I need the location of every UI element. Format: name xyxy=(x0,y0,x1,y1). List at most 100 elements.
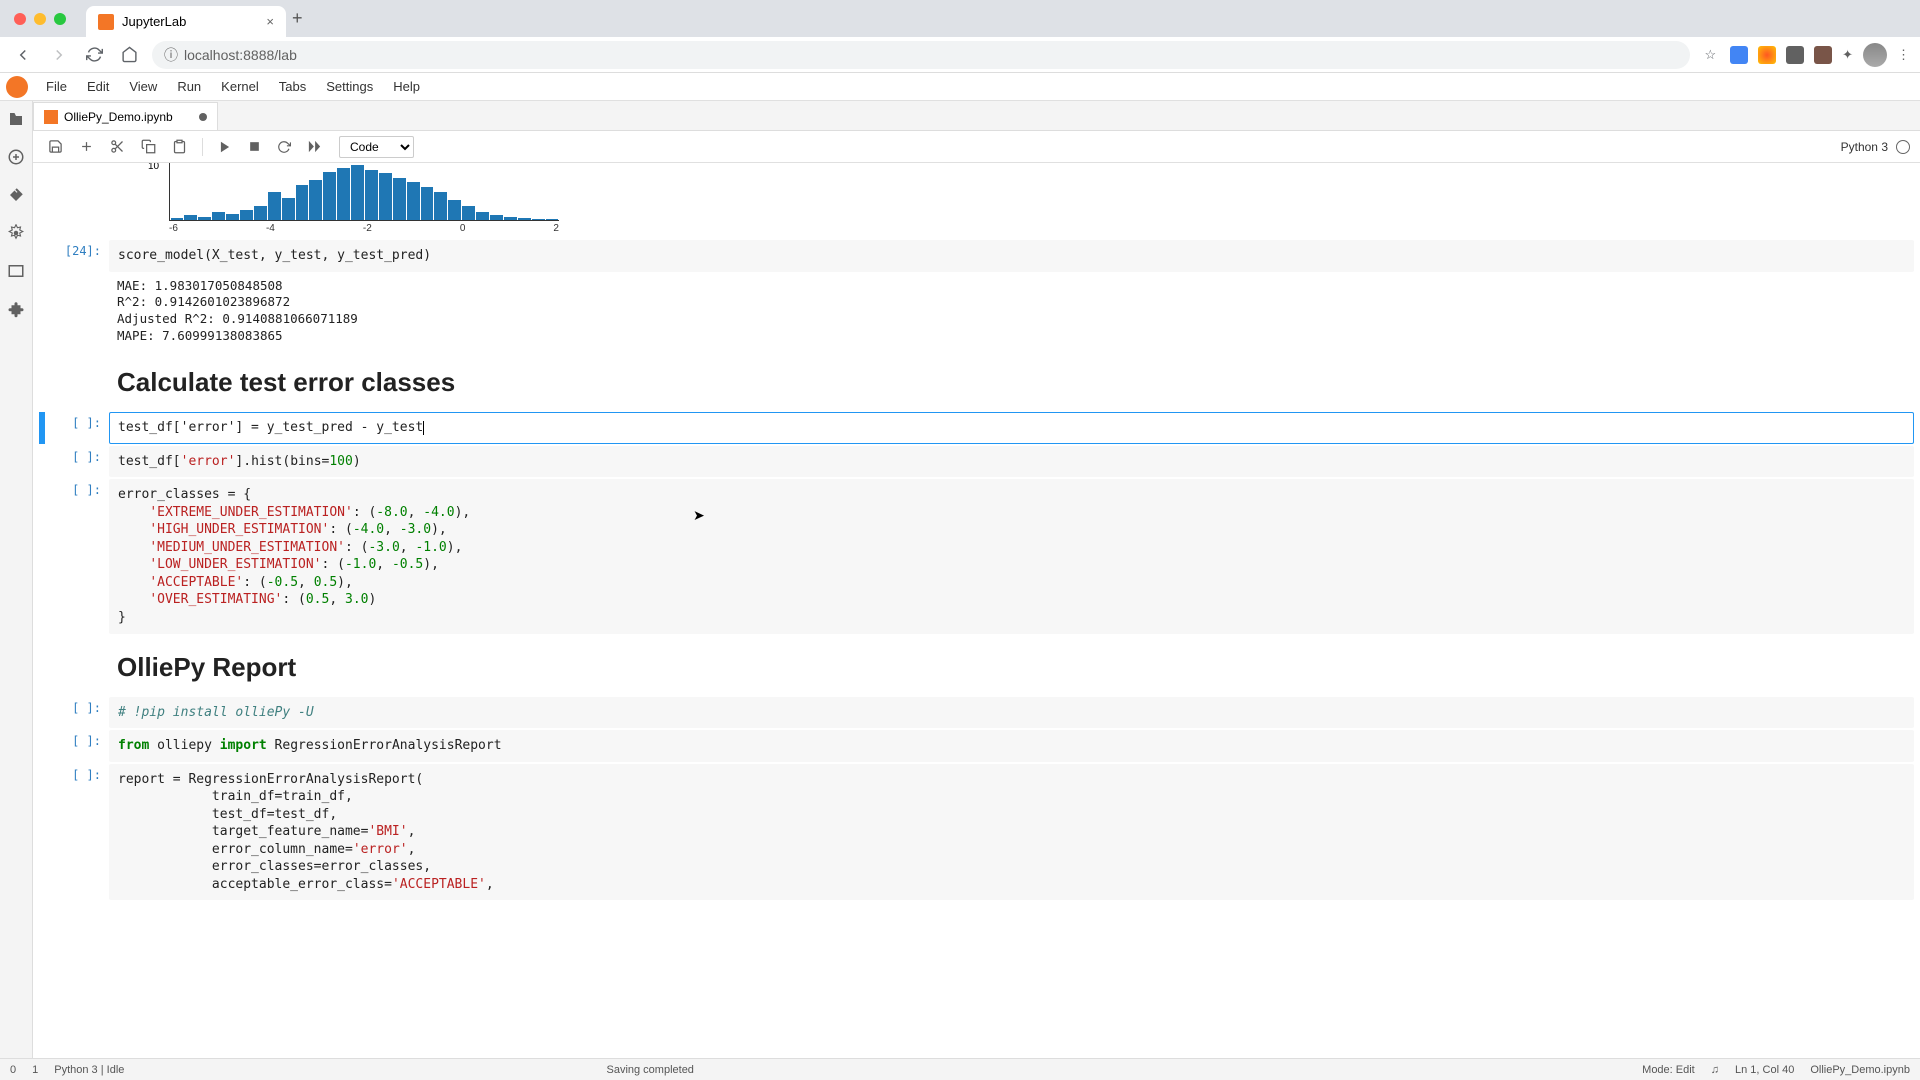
settings-gear-icon[interactable] xyxy=(6,223,26,243)
restart-button[interactable] xyxy=(272,138,296,156)
code-input[interactable]: report = RegressionErrorAnalysisReport( … xyxy=(109,764,1914,901)
status-filename: OlliePy_Demo.ipynb xyxy=(1810,1064,1910,1076)
menu-file[interactable]: File xyxy=(36,75,77,98)
code-cell[interactable]: [ ]: test_df['error'].hist(bins=100) xyxy=(39,446,1914,478)
git-icon[interactable] xyxy=(6,185,26,205)
browser-tab-strip: JupyterLab × + xyxy=(0,0,1920,37)
menu-run[interactable]: Run xyxy=(167,75,211,98)
code-input[interactable]: score_model(X_test, y_test, y_test_pred) xyxy=(109,240,1914,272)
site-info-icon[interactable]: ⓘ xyxy=(164,45,178,65)
status-cursor-position: Ln 1, Col 40 xyxy=(1735,1064,1794,1076)
code-input[interactable]: # !pip install olliePy -U xyxy=(109,697,1914,729)
code-cell[interactable]: [ ]: # !pip install olliePy -U xyxy=(39,697,1914,729)
cell-prompt: [ ]: xyxy=(45,412,109,444)
notebook-tab[interactable]: OlliePy_Demo.ipynb xyxy=(33,102,218,130)
file-tab-bar: OlliePy_Demo.ipynb xyxy=(33,101,1920,131)
extension-icon[interactable] xyxy=(1730,46,1748,64)
cell-prompt: [ ]: xyxy=(45,764,109,901)
status-count-0: 0 xyxy=(10,1064,16,1076)
menu-edit[interactable]: Edit xyxy=(77,75,119,98)
address-bar: ⓘ localhost:8888/lab ☆ ✦ ⋮ xyxy=(0,37,1920,73)
code-cell[interactable]: [ ]: from olliepy import RegressionError… xyxy=(39,730,1914,762)
menu-help[interactable]: Help xyxy=(383,75,430,98)
save-button[interactable] xyxy=(43,137,68,156)
running-terminals-icon[interactable] xyxy=(6,147,26,167)
jupyter-logo-icon[interactable] xyxy=(6,76,28,98)
status-count-1: 1 xyxy=(32,1064,38,1076)
menu-settings[interactable]: Settings xyxy=(316,75,383,98)
window-controls xyxy=(14,13,66,25)
cell-output: MAE: 1.983017050848508 R^2: 0.9142601023… xyxy=(39,274,1914,350)
chrome-menu-icon[interactable]: ⋮ xyxy=(1897,47,1910,63)
cell-prompt: [ ]: xyxy=(45,697,109,729)
heading: Calculate test error classes xyxy=(117,367,1906,398)
extension-icon[interactable] xyxy=(1814,46,1832,64)
notebook-file-icon xyxy=(44,110,58,124)
code-cell[interactable]: [24]: score_model(X_test, y_test, y_test… xyxy=(39,240,1914,272)
profile-avatar[interactable] xyxy=(1863,43,1887,67)
run-button[interactable] xyxy=(213,138,237,156)
heading: OlliePy Report xyxy=(117,652,1906,683)
notebook-toolbar: Code Python 3 xyxy=(33,131,1920,163)
tabs-icon[interactable] xyxy=(6,261,26,281)
add-cell-button[interactable] xyxy=(74,137,99,156)
markdown-cell[interactable]: OlliePy Report xyxy=(39,636,1914,695)
menu-kernel[interactable]: Kernel xyxy=(211,75,269,98)
menu-view[interactable]: View xyxy=(119,75,167,98)
new-tab-button[interactable]: + xyxy=(292,8,303,29)
histogram-xticks: -6-4-202 xyxy=(169,221,559,236)
extension-icon[interactable] xyxy=(1758,46,1776,64)
home-button[interactable] xyxy=(117,42,142,67)
code-input[interactable]: test_df['error'] = y_test_pred - y_test xyxy=(109,412,1914,444)
reload-button[interactable] xyxy=(82,42,107,67)
extension-icons: ✦ ⋮ xyxy=(1730,43,1910,67)
code-cell-selected[interactable]: [ ]: test_df['error'] = y_test_pred - y_… xyxy=(39,412,1914,444)
status-kernel[interactable]: Python 3 | Idle xyxy=(54,1064,124,1076)
code-input[interactable]: error_classes = { 'EXTREME_UNDER_ESTIMAT… xyxy=(109,479,1914,633)
markdown-cell[interactable]: Calculate test error classes xyxy=(39,351,1914,410)
cut-button[interactable] xyxy=(105,137,130,156)
run-all-button[interactable] xyxy=(302,137,327,156)
bookmark-star-icon[interactable]: ☆ xyxy=(1700,43,1720,67)
url-text: localhost:8888/lab xyxy=(184,47,297,63)
url-input[interactable]: ⓘ localhost:8888/lab xyxy=(152,41,1690,69)
browser-tab[interactable]: JupyterLab × xyxy=(86,6,286,38)
back-button[interactable] xyxy=(10,42,36,68)
status-bar: 0 1 Python 3 | Idle Saving completed Mod… xyxy=(0,1058,1920,1080)
close-tab-icon[interactable]: × xyxy=(266,14,274,29)
maximize-window-button[interactable] xyxy=(54,13,66,25)
close-window-button[interactable] xyxy=(14,13,26,25)
menu-items: FileEditViewRunKernelTabsSettingsHelp xyxy=(36,79,430,94)
code-input[interactable]: test_df['error'].hist(bins=100) xyxy=(109,446,1914,478)
notebook-filename: OlliePy_Demo.ipynb xyxy=(64,110,173,124)
menu-tabs[interactable]: Tabs xyxy=(269,75,316,98)
status-mode: Mode: Edit xyxy=(1642,1064,1695,1076)
extensions-puzzle-icon[interactable]: ✦ xyxy=(1842,47,1853,63)
extensions-puzzle-icon[interactable] xyxy=(6,299,26,319)
kernel-name[interactable]: Python 3 xyxy=(1841,140,1888,154)
code-input[interactable]: from olliepy import RegressionErrorAnaly… xyxy=(109,730,1914,762)
cell-type-select[interactable]: Code xyxy=(339,136,414,158)
output-text: MAE: 1.983017050848508 R^2: 0.9142601023… xyxy=(109,274,1914,350)
jupyter-favicon xyxy=(98,14,114,30)
cell-prompt: [24]: xyxy=(45,240,109,272)
file-browser-icon[interactable] xyxy=(6,109,26,129)
extension-icon[interactable] xyxy=(1786,46,1804,64)
code-cell[interactable]: [ ]: report = RegressionErrorAnalysisRep… xyxy=(39,764,1914,901)
left-sidebar xyxy=(0,101,33,1058)
paste-button[interactable] xyxy=(167,137,192,156)
unsaved-indicator-icon xyxy=(199,113,207,121)
copy-button[interactable] xyxy=(136,137,161,156)
histogram-ytick: 10 xyxy=(148,163,159,172)
stop-button[interactable] xyxy=(243,138,266,155)
histogram-plot: 10 xyxy=(169,163,559,221)
cell-prompt: [ ]: xyxy=(45,446,109,478)
menubar: FileEditViewRunKernelTabsSettingsHelp xyxy=(0,73,1920,101)
kernel-status-icon[interactable] xyxy=(1896,140,1910,154)
notebook-content[interactable]: 10 -6-4-202 [24]: score_model(X_test, y_… xyxy=(33,163,1920,1058)
forward-button[interactable] xyxy=(46,42,72,68)
code-cell[interactable]: [ ]: error_classes = { 'EXTREME_UNDER_ES… xyxy=(39,479,1914,633)
minimize-window-button[interactable] xyxy=(34,13,46,25)
notification-bell-icon[interactable]: ♫ xyxy=(1711,1064,1719,1076)
cell-prompt: [ ]: xyxy=(45,479,109,633)
